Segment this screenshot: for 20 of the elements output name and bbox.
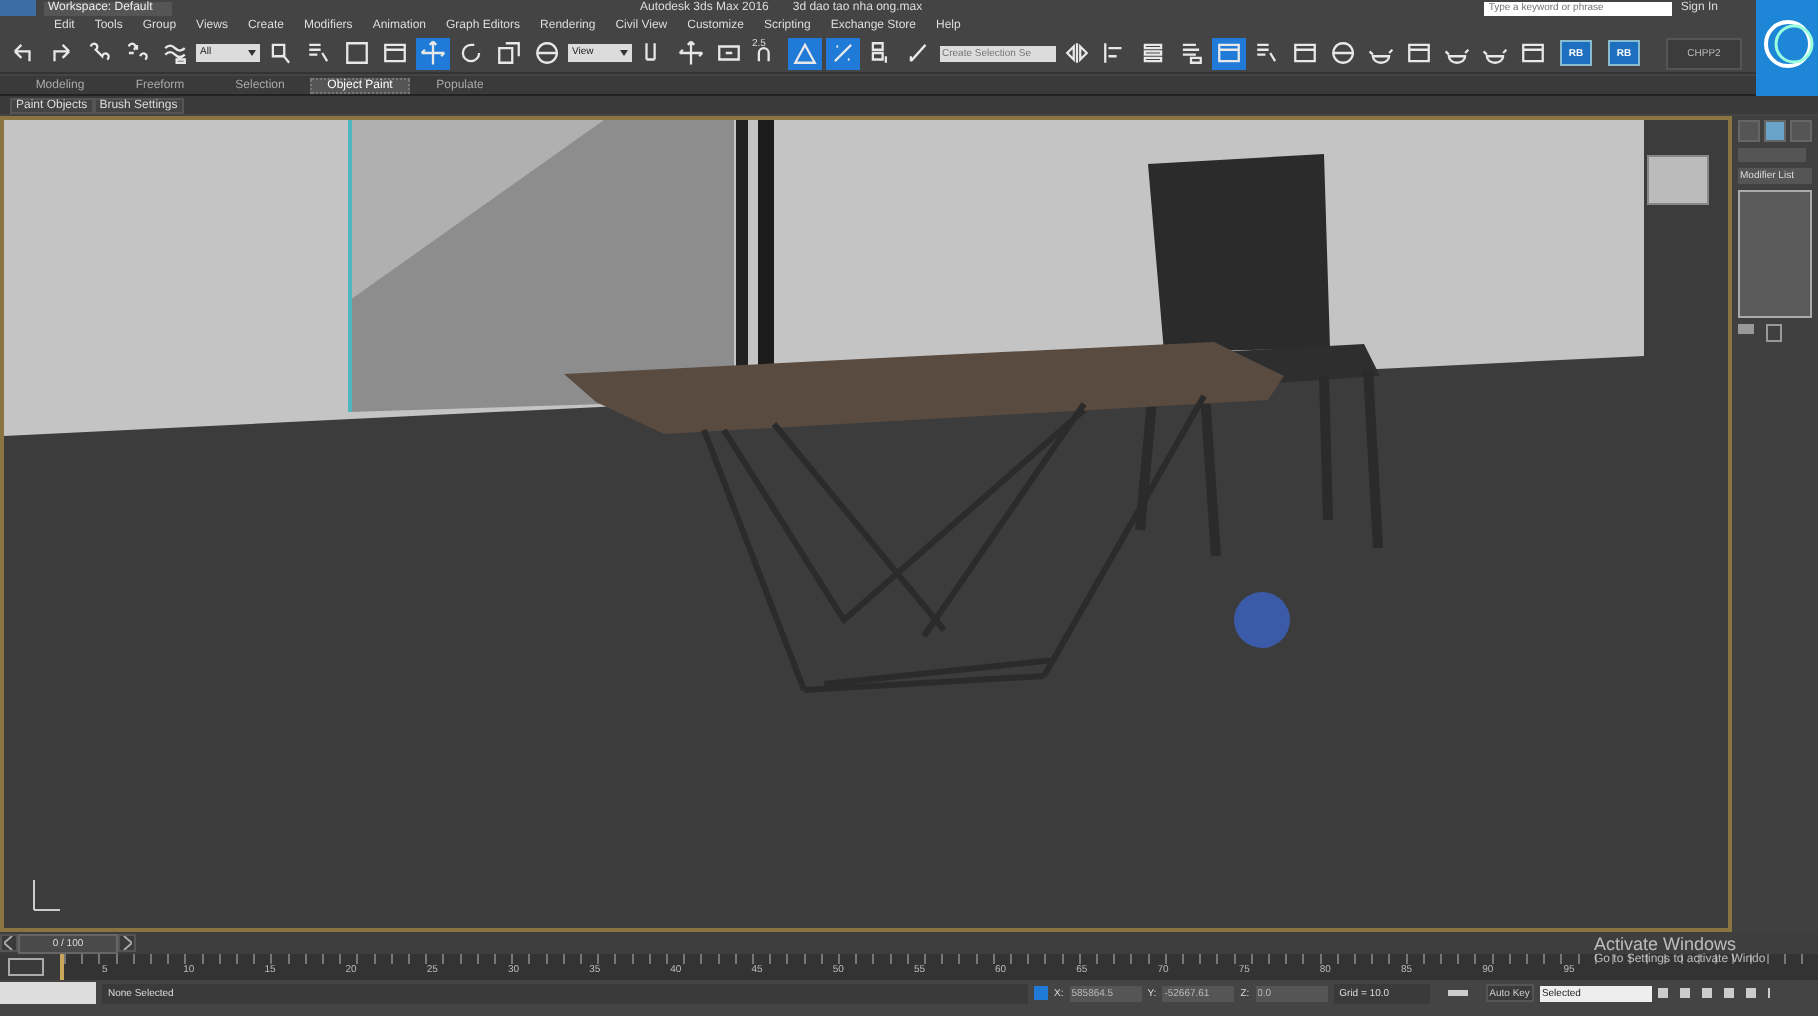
activation-title: Activate Windows [1594, 934, 1737, 954]
caret-icon [620, 50, 628, 56]
sphere-icon[interactable] [530, 37, 564, 69]
next-frame-button[interactable] [118, 934, 136, 952]
move-icon[interactable] [416, 37, 450, 69]
mirror-icon[interactable] [1060, 37, 1094, 69]
axis-tripod-icon [33, 879, 61, 911]
previous-frame-button[interactable] [0, 934, 18, 952]
sphere-icon[interactable] [1326, 37, 1360, 69]
triangle-icon[interactable] [788, 37, 822, 69]
modifier-stack[interactable] [1738, 190, 1812, 318]
brand-logo-icon [1756, 0, 1818, 96]
caret-icon [248, 50, 256, 56]
percent-icon[interactable] [826, 37, 860, 69]
scale-icon[interactable] [492, 37, 526, 69]
viewport[interactable] [0, 116, 1732, 932]
rectangle-icon[interactable] [340, 37, 374, 69]
move-icon[interactable] [674, 37, 708, 69]
cursor-highlight-icon [1234, 592, 1290, 648]
window-icon[interactable] [1212, 37, 1246, 69]
